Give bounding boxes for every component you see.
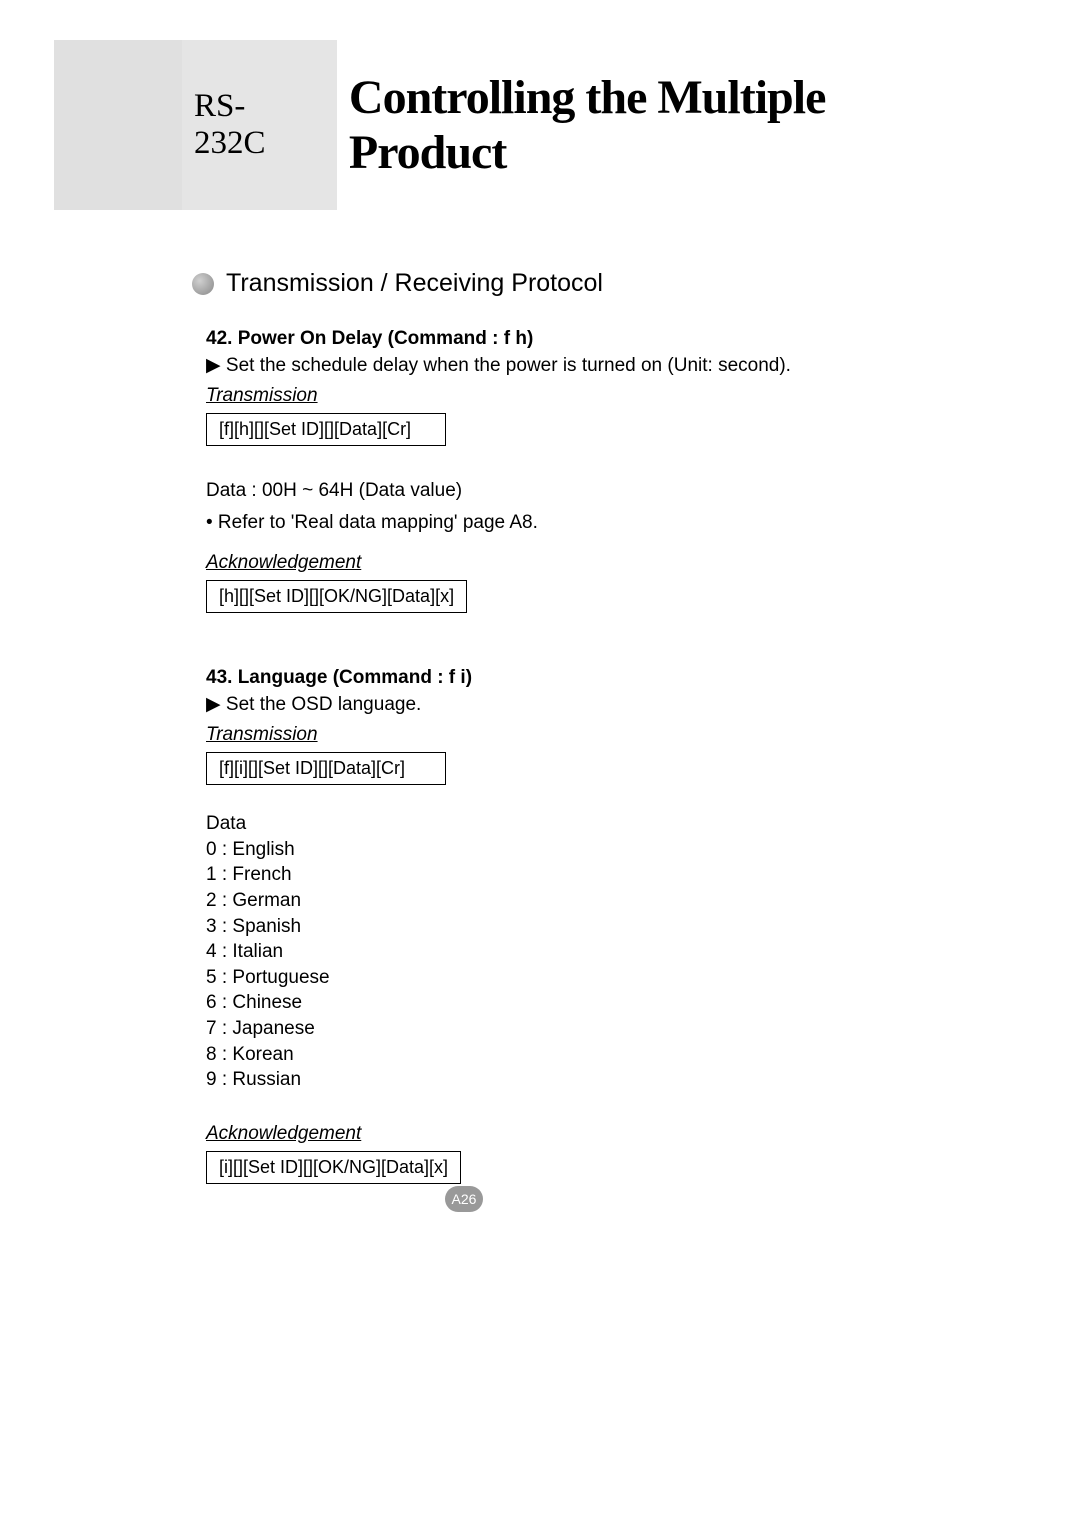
command-43-block: 43. Language (Command : f i) ▶ Set the O… xyxy=(206,667,906,1190)
ack-label-43: Acknowledgement xyxy=(206,1123,906,1145)
command-42-block: 42. Power On Delay (Command : f h) ▶ Set… xyxy=(206,328,906,619)
section-heading: Transmission / Receiving Protocol xyxy=(192,269,603,298)
header-title: Controlling the Multiple Product xyxy=(349,70,952,180)
page-number: A26 xyxy=(452,1191,477,1207)
ack-code-42: [h][][Set ID][][OK/NG][Data][x] xyxy=(206,580,467,613)
header-prefix: RS-232C xyxy=(182,40,337,210)
data-header: Data xyxy=(206,811,906,837)
transmission-code-42: [f][h][][Set ID][][Data][Cr] xyxy=(206,413,446,446)
lang-item: 0 : English xyxy=(206,837,906,863)
lang-item: 8 : Korean xyxy=(206,1042,906,1068)
lang-item: 1 : French xyxy=(206,862,906,888)
content-body: 42. Power On Delay (Command : f h) ▶ Set… xyxy=(206,328,906,1190)
lang-item: 3 : Spanish xyxy=(206,914,906,940)
lang-item: 9 : Russian xyxy=(206,1067,906,1093)
transmission-label-43: Transmission xyxy=(206,724,906,746)
transmission-label: Transmission xyxy=(206,385,906,407)
command-42-desc: ▶ Set the schedule delay when the power … xyxy=(206,354,906,377)
ack-label-42: Acknowledgement xyxy=(206,552,906,574)
lang-item: 6 : Chinese xyxy=(206,990,906,1016)
lang-item: 2 : German xyxy=(206,888,906,914)
language-data-list: Data 0 : English 1 : French 2 : German 3… xyxy=(206,811,906,1093)
ref-note-42: • Refer to 'Real data mapping' page A8. xyxy=(206,512,906,534)
lang-item: 5 : Portuguese xyxy=(206,965,906,991)
lang-item: 4 : Italian xyxy=(206,939,906,965)
bullet-icon xyxy=(192,273,214,295)
transmission-code-43: [f][i][][Set ID][][Data][Cr] xyxy=(206,752,446,785)
left-sidebar-block xyxy=(54,40,182,210)
section-heading-text: Transmission / Receiving Protocol xyxy=(226,269,603,298)
data-note-42: Data : 00H ~ 64H (Data value) xyxy=(206,480,906,502)
lang-item: 7 : Japanese xyxy=(206,1016,906,1042)
command-42-title: 42. Power On Delay (Command : f h) xyxy=(206,328,906,350)
ack-code-43: [i][][Set ID][][OK/NG][Data][x] xyxy=(206,1151,461,1184)
command-43-title: 43. Language (Command : f i) xyxy=(206,667,906,689)
page-number-badge: A26 xyxy=(445,1186,483,1212)
command-43-desc: ▶ Set the OSD language. xyxy=(206,693,906,716)
page-header: RS-232C Controlling the Multiple Product xyxy=(182,40,952,210)
